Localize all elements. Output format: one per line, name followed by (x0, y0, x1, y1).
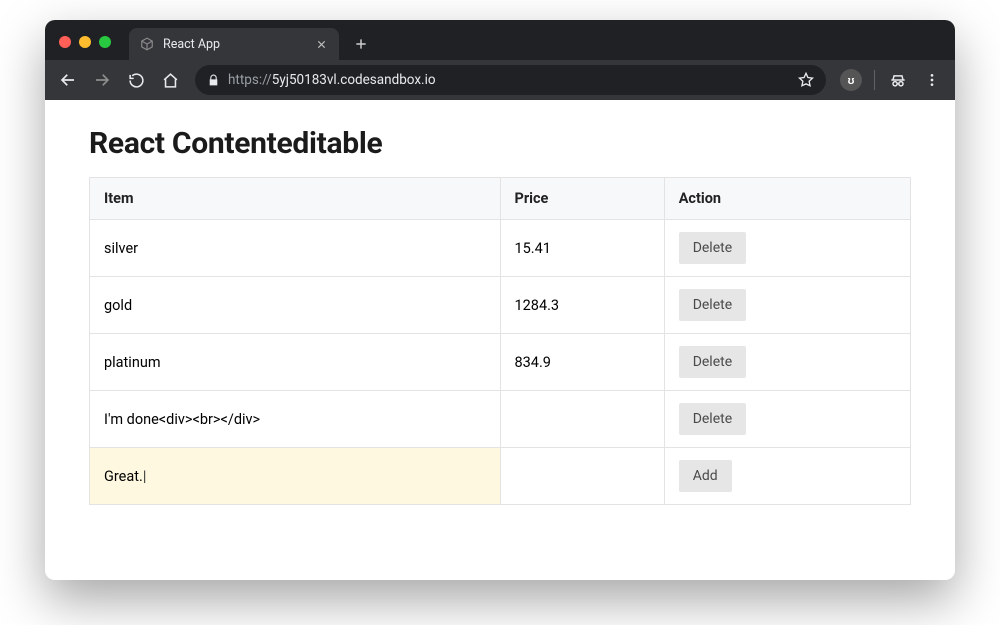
page-content: React Contenteditable Item Price Action … (45, 100, 955, 580)
action-cell: Delete (664, 220, 910, 277)
table-row: platinum 834.9 Delete (90, 334, 911, 391)
table-row: I'm done<div><br></div> Delete (90, 391, 911, 448)
browser-tab[interactable]: React App (129, 28, 339, 60)
item-cell[interactable]: platinum (90, 334, 501, 391)
window-controls (45, 36, 125, 60)
table-header-row: Item Price Action (90, 178, 911, 220)
extension-badge[interactable]: ʊ (836, 65, 866, 95)
titlebar: React App (45, 20, 955, 60)
reload-button[interactable] (121, 65, 151, 95)
page-title: React Contenteditable (89, 126, 911, 161)
back-button[interactable] (53, 65, 83, 95)
new-row: Great. Add (90, 448, 911, 505)
item-cell[interactable]: I'm done<div><br></div> (90, 391, 501, 448)
delete-button[interactable]: Delete (679, 232, 746, 264)
forward-button[interactable] (87, 65, 117, 95)
items-table: Item Price Action silver 15.41 Delete go… (89, 177, 911, 505)
col-header-price: Price (500, 178, 664, 220)
browser-toolbar: https://5yj50183vl.codesandbox.io ʊ (45, 60, 955, 100)
price-cell[interactable]: 1284.3 (500, 277, 664, 334)
col-header-item: Item (90, 178, 501, 220)
item-cell[interactable]: silver (90, 220, 501, 277)
address-bar[interactable]: https://5yj50183vl.codesandbox.io (195, 65, 826, 95)
col-header-action: Action (664, 178, 910, 220)
menu-button[interactable] (917, 65, 947, 95)
price-cell[interactable]: 834.9 (500, 334, 664, 391)
table-row: silver 15.41 Delete (90, 220, 911, 277)
add-button[interactable]: Add (679, 460, 732, 492)
delete-button[interactable]: Delete (679, 403, 746, 435)
browser-window: React App (45, 20, 955, 580)
price-cell[interactable] (500, 391, 664, 448)
action-cell: Add (664, 448, 910, 505)
bookmark-icon[interactable] (798, 72, 814, 88)
action-cell: Delete (664, 391, 910, 448)
action-cell: Delete (664, 334, 910, 391)
separator (874, 70, 875, 90)
incognito-icon[interactable] (883, 65, 913, 95)
new-item-cell[interactable]: Great. (90, 448, 501, 505)
new-tab-button[interactable] (347, 30, 375, 58)
item-cell[interactable]: gold (90, 277, 501, 334)
delete-button[interactable]: Delete (679, 289, 746, 321)
lock-icon (207, 74, 220, 87)
new-price-cell[interactable] (500, 448, 664, 505)
close-tab-icon[interactable] (313, 36, 329, 52)
action-cell: Delete (664, 277, 910, 334)
delete-button[interactable]: Delete (679, 346, 746, 378)
cube-icon (139, 36, 155, 52)
table-row: gold 1284.3 Delete (90, 277, 911, 334)
home-button[interactable] (155, 65, 185, 95)
tab-title: React App (163, 37, 305, 52)
close-window-icon[interactable] (59, 36, 71, 48)
price-cell[interactable]: 15.41 (500, 220, 664, 277)
url-text: https://5yj50183vl.codesandbox.io (228, 72, 436, 88)
maximize-window-icon[interactable] (99, 36, 111, 48)
minimize-window-icon[interactable] (79, 36, 91, 48)
